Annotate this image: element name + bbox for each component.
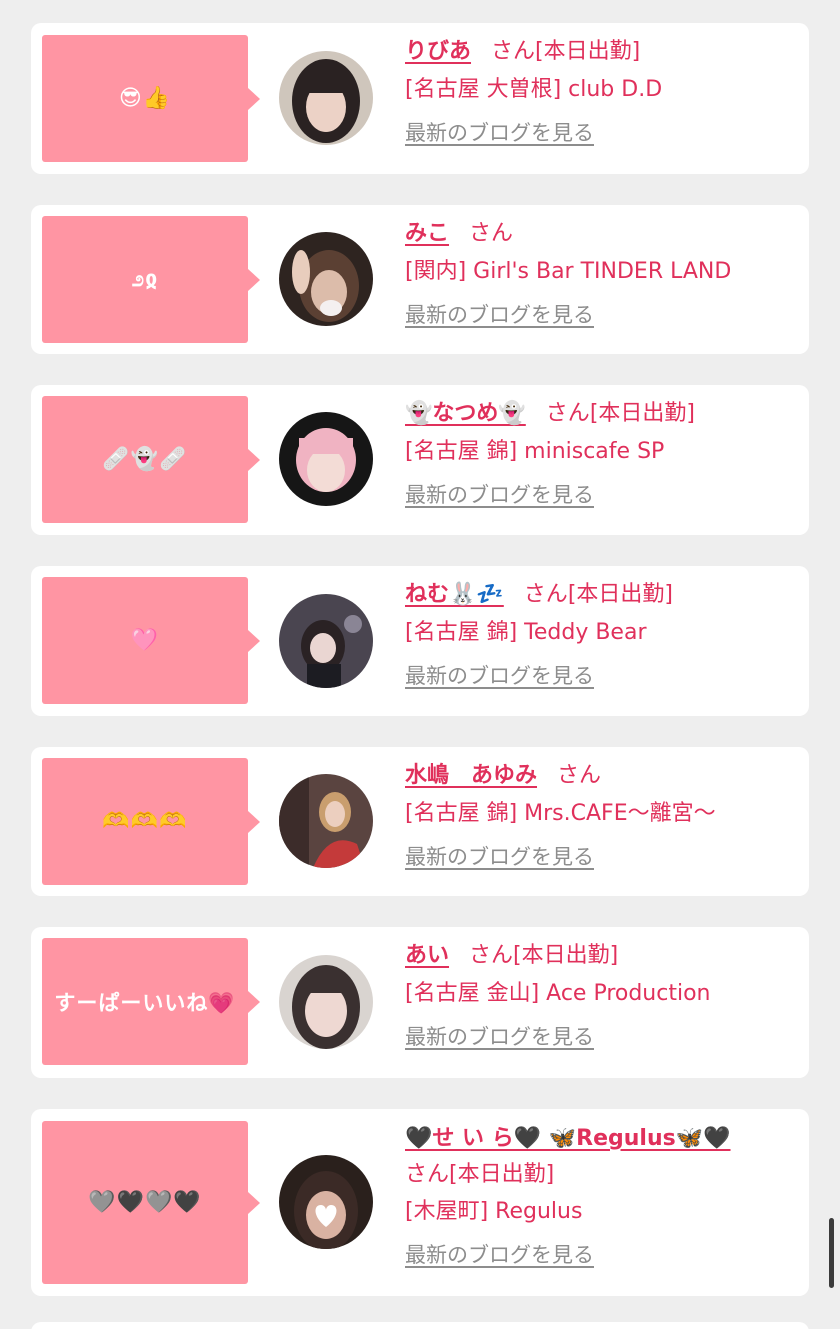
name-line: ねむ🐰💤 さん[本日出勤] bbox=[405, 580, 799, 610]
shop-text: [関内] Girl's Bar TINDER LAND bbox=[405, 259, 732, 284]
status-text: [本日出勤] bbox=[535, 39, 641, 64]
name-line: 水嶋 あゆみ さん bbox=[405, 761, 799, 791]
shop-text: [木屋町] Regulus bbox=[405, 1199, 583, 1224]
cast-name-link[interactable]: 水嶋 あゆみ bbox=[405, 763, 537, 788]
cast-info: あい さん[本日出勤] [名古屋 金山] Ace Production 最新のブロ… bbox=[405, 941, 799, 1051]
latest-blog-link[interactable]: 最新のブログを見る bbox=[405, 1239, 594, 1269]
avatar[interactable] bbox=[279, 51, 373, 145]
avatar[interactable] bbox=[279, 232, 373, 326]
comment-text: 😎👍 bbox=[118, 86, 172, 111]
latest-blog-link[interactable]: 最新のブログを見る bbox=[405, 479, 594, 509]
cast-name-link[interactable]: りびあ bbox=[405, 39, 471, 64]
next-card-edge bbox=[31, 1322, 809, 1329]
shop-text: [名古屋 大曽根] club D.D bbox=[405, 77, 663, 102]
avatar-photo bbox=[279, 594, 373, 688]
comment-bubble: 🩷 bbox=[42, 577, 260, 704]
name-suffix: さん bbox=[545, 401, 590, 426]
cast-card: 🩶🖤🩶🖤 🖤せ い ら🖤 🦋Regulus🦋🖤 さん[本日出勤] [木屋町] Re… bbox=[31, 1109, 809, 1296]
comment-bubble: 🫶🫶🫶 bbox=[42, 758, 260, 885]
name-suffix: さん bbox=[405, 1162, 450, 1187]
cast-card: 🫶🫶🫶 水嶋 あゆみ さん [名古屋 錦] Mrs.CAFE～離宮～ 最新のブログ… bbox=[31, 747, 809, 896]
shop-text: [名古屋 金山] Ace Production bbox=[405, 981, 711, 1006]
name-line: りびあ さん[本日出勤] bbox=[405, 37, 799, 67]
name-suffix: さん bbox=[491, 39, 536, 64]
avatar-photo bbox=[279, 774, 373, 868]
comment-bubble: すーぱーいいね💗 bbox=[42, 938, 260, 1065]
avatar-photo bbox=[279, 51, 373, 145]
cast-info: 水嶋 あゆみ さん [名古屋 錦] Mrs.CAFE～離宮～ 最新のブログを見る bbox=[405, 761, 799, 871]
status-text: [本日出勤] bbox=[589, 401, 695, 426]
comment-bubble: ೨ჲ bbox=[42, 216, 260, 343]
cast-name-link[interactable]: あい bbox=[405, 943, 449, 968]
latest-blog-link[interactable]: 最新のブログを見る bbox=[405, 660, 594, 690]
page: 😎👍 りびあ さん[本日出勤] [名古屋 大曽根] club D.D 最新のブログ… bbox=[0, 0, 840, 1329]
comment-bubble: 🩹👻🩹 bbox=[42, 396, 260, 523]
shop-text: [名古屋 錦] Teddy Bear bbox=[405, 620, 647, 645]
comment-text: 🩷 bbox=[130, 628, 160, 653]
name-line: 🖤せ い ら🖤 🦋Regulus🦋🖤 さん[本日出勤] bbox=[405, 1121, 799, 1193]
comment-text: すーぱーいいね💗 bbox=[54, 990, 236, 1015]
status-text: [本日出勤] bbox=[513, 943, 619, 968]
avatar[interactable] bbox=[279, 1155, 373, 1249]
cast-name-link[interactable]: ねむ🐰💤 bbox=[405, 582, 504, 607]
shop-text: [名古屋 錦] miniscafe SP bbox=[405, 439, 665, 464]
avatar[interactable] bbox=[279, 955, 373, 1049]
comment-text: 🩹👻🩹 bbox=[102, 447, 188, 472]
name-line: 👻なつめ👻 さん[本日出勤] bbox=[405, 399, 799, 429]
name-suffix: さん bbox=[469, 943, 514, 968]
cast-card: 🩹👻🩹 👻なつめ👻 さん[本日出勤] [名古屋 錦] miniscafe SP 最… bbox=[31, 385, 809, 535]
cast-info: みこ さん [関内] Girl's Bar TINDER LAND 最新のブログを… bbox=[405, 219, 799, 329]
comment-bubble: 🩶🖤🩶🖤 bbox=[42, 1121, 260, 1284]
comment-text: ೨ჲ bbox=[131, 267, 159, 292]
cast-name-link[interactable]: 👻なつめ👻 bbox=[405, 401, 526, 426]
status-text: [本日出勤] bbox=[449, 1162, 555, 1187]
avatar-photo bbox=[279, 955, 373, 1049]
cast-info: ねむ🐰💤 さん[本日出勤] [名古屋 錦] Teddy Bear 最新のブログを見… bbox=[405, 580, 799, 690]
name-suffix: さん bbox=[523, 582, 568, 607]
latest-blog-link[interactable]: 最新のブログを見る bbox=[405, 841, 594, 871]
cast-info: 👻なつめ👻 さん[本日出勤] [名古屋 錦] miniscafe SP 最新のブロ… bbox=[405, 399, 799, 509]
cast-card: すーぱーいいね💗 あい さん[本日出勤] [名古屋 金山] Ace Product… bbox=[31, 927, 809, 1078]
avatar[interactable] bbox=[279, 774, 373, 868]
cast-card: ೨ჲ みこ さん [関内] Girl's Bar TINDER LAND 最新のブ… bbox=[31, 205, 809, 354]
name-suffix: さん bbox=[469, 221, 514, 246]
cast-info: りびあ さん[本日出勤] [名古屋 大曽根] club D.D 最新のブログを見る bbox=[405, 37, 799, 147]
name-suffix: さん bbox=[557, 763, 602, 788]
shop-text: [名古屋 錦] Mrs.CAFE～離宮～ bbox=[405, 801, 716, 826]
avatar[interactable] bbox=[279, 594, 373, 688]
latest-blog-link[interactable]: 最新のブログを見る bbox=[405, 299, 594, 329]
avatar-photo bbox=[279, 412, 373, 506]
latest-blog-link[interactable]: 最新のブログを見る bbox=[405, 1021, 594, 1051]
comment-bubble: 😎👍 bbox=[42, 35, 260, 162]
cast-name-link[interactable]: みこ bbox=[405, 221, 449, 246]
comment-text: 🫶🫶🫶 bbox=[102, 809, 188, 834]
name-line: あい さん[本日出勤] bbox=[405, 941, 799, 971]
scrollbar-thumb[interactable] bbox=[829, 1218, 834, 1288]
comment-text: 🩶🖤🩶🖤 bbox=[88, 1190, 202, 1215]
latest-blog-link[interactable]: 最新のブログを見る bbox=[405, 117, 594, 147]
status-text: [本日出勤] bbox=[567, 582, 673, 607]
cast-card: 🩷 ねむ🐰💤 さん[本日出勤] [名古屋 錦] Teddy Bear 最新のブログ… bbox=[31, 566, 809, 716]
avatar[interactable] bbox=[279, 412, 373, 506]
avatar-photo bbox=[279, 1155, 373, 1249]
cast-name-link[interactable]: 🖤せ い ら🖤 🦋Regulus🦋🖤 bbox=[405, 1126, 731, 1151]
cast-info: 🖤せ い ら🖤 🦋Regulus🦋🖤 さん[本日出勤] [木屋町] Regulus… bbox=[405, 1121, 799, 1269]
avatar-photo bbox=[279, 232, 373, 326]
cast-card: 😎👍 りびあ さん[本日出勤] [名古屋 大曽根] club D.D 最新のブログ… bbox=[31, 23, 809, 174]
name-line: みこ さん bbox=[405, 219, 799, 249]
